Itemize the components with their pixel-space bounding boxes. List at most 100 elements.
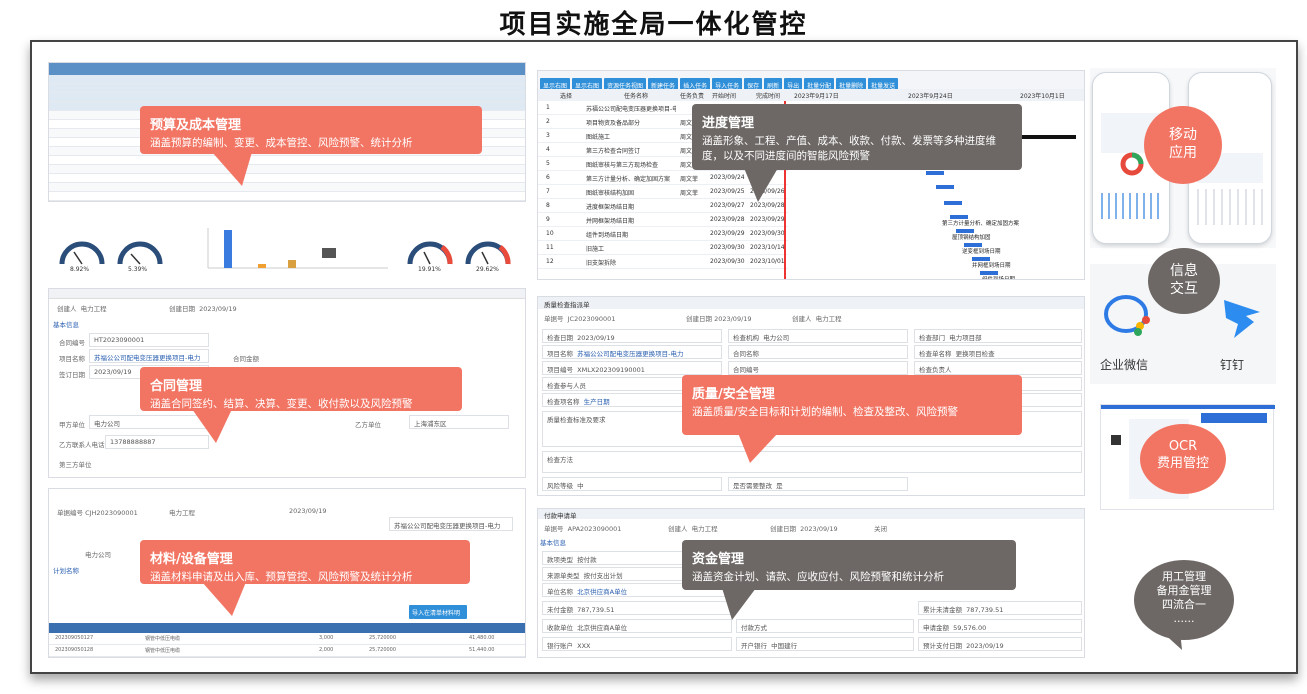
- material-import-button[interactable]: 导入在清单材料明细: [409, 605, 467, 626]
- quality-contract-no-field[interactable]: 合同编号: [728, 361, 908, 375]
- contract-sign-label: 签订日期: [59, 371, 85, 379]
- material-desc: 涵盖材料申请及出入库、预算管控、风险预警及统计分析: [150, 571, 413, 583]
- quality-check-name-field: 检查单名称 更换项目检查: [914, 345, 1082, 359]
- quality-tab[interactable]: 质量检查指派单: [538, 297, 1084, 309]
- material-table-row[interactable]: 202309050128 钢管中低压电缆 2,000 25,720000 51,440.…: [49, 645, 525, 657]
- gantt-cell-name: 图纸审核与第三方现场检查: [586, 162, 659, 169]
- fund-close-checkbox[interactable]: 关闭: [874, 523, 887, 533]
- gantt-cell-owner: 周文菲: [680, 190, 699, 197]
- gauge-4-value: 29.62%: [476, 266, 499, 273]
- material-creator: 电力工程: [169, 509, 195, 517]
- fund-creator: 电力工程: [691, 525, 718, 533]
- gantt-cell-name: 图纸审核结构加固: [586, 190, 635, 197]
- quality-title: 质量/安全管理: [692, 387, 775, 402]
- fund-callout: 资金管理 涵盖资金计划、请款、应收应付、风险预警和统计分析: [682, 540, 1016, 590]
- dingtalk-icon: [1224, 300, 1260, 338]
- material-unit: 电力公司: [85, 551, 111, 559]
- gantt-cell-name: 第三方检查合同签订: [586, 148, 641, 155]
- gantt-row[interactable]: 12 旧支架拆除 2023/09/30 2023/10/01: [538, 255, 788, 269]
- material-plan-label: 计划名称: [53, 567, 79, 575]
- gantt-bar-label: 并网框到场日期: [972, 263, 1011, 269]
- contract-callout: 合同管理 涵盖合同签约、结算、决算、变更、收付款以及风险预警: [140, 367, 462, 411]
- mobile-label: 移动 应用: [1169, 127, 1197, 161]
- gauge-2: [117, 241, 163, 265]
- gantt-bar[interactable]: [936, 185, 954, 189]
- material-title: 材料/设备管理: [150, 552, 233, 567]
- quality-method-field[interactable]: 检查方法: [542, 451, 1082, 473]
- col-task: 任务名称: [624, 93, 649, 100]
- col-end: 完成时间: [756, 93, 781, 100]
- page-title: 项目实施全局一体化管控: [499, 10, 808, 40]
- gantt-cell-owner: 周文菲: [680, 176, 699, 183]
- gantt-cell-end: 2023/10/14: [750, 244, 785, 251]
- budget-table-row: [49, 192, 525, 201]
- material-cell-total: 51,440.00: [469, 647, 495, 653]
- material-callout-tail: [202, 582, 246, 616]
- contract-no-field[interactable]: HT2023090001: [89, 333, 209, 347]
- material-table-header: [49, 623, 525, 633]
- material-code-label: 单据编号: [57, 509, 83, 517]
- material-cell-no: 202309050128: [55, 647, 94, 653]
- material-project-field[interactable]: 苏福公公司配电变压器更换项目-电力: [389, 517, 513, 531]
- quality-callout-tail: [738, 433, 778, 463]
- fund-tab[interactable]: 付款申请单: [538, 509, 1084, 520]
- gauge-4: [465, 241, 511, 265]
- budget-table-row: [49, 165, 525, 174]
- col-select: 选择: [560, 93, 573, 100]
- gantt-row[interactable]: 9 并网框架场结日期 2023/09/28 2023/09/29: [538, 213, 788, 227]
- gantt-cell-n: 7: [546, 188, 550, 195]
- gauge-3-value: 19.91%: [418, 266, 441, 273]
- timeline-1: 2023年9月17日: [794, 93, 839, 100]
- fund-desc: 涵盖资金计划、请款、应收应付、风险预警和统计分析: [692, 571, 944, 583]
- fund-pay-date-field: 预计支付日期 2023/09/19: [918, 637, 1082, 651]
- gantt-toolbar: 显示右图 显示右图 资源任务视图 新建任务 插入任务 导入任务 保存 刷新 导出 批量分配 批量删除…: [538, 71, 1084, 92]
- gantt-cell-name: 图纸施工: [586, 134, 611, 141]
- fund-section: 基本信息: [540, 539, 566, 547]
- gantt-row[interactable]: 10 组件到场结日期 2023/09/29 2023/09/30: [538, 227, 788, 241]
- quality-project-field: 项目名称 苏福公公司配电变压器更换项目-电力: [542, 345, 722, 359]
- gantt-bar[interactable]: [944, 201, 962, 205]
- gantt-cell-start: 2023/09/25: [710, 188, 745, 195]
- gantt-bar-label: 逆变框到场日期: [962, 249, 1001, 255]
- gantt-bar-label: 第三方计量分析、确定加固方案: [942, 221, 1020, 227]
- budget-table-row: [49, 183, 525, 192]
- contract-party-b-label: 乙方单位: [355, 421, 381, 429]
- budget-table-row: [49, 156, 525, 165]
- budget-gauges: 8.92% 5.39% 19.91% 29.62%: [48, 224, 526, 286]
- gantt-bar-label: 屋顶钢结构加固: [952, 235, 991, 241]
- contract-party-field[interactable]: 电力公司: [89, 415, 209, 429]
- quality-owner-field[interactable]: 检查负责人: [914, 361, 1082, 375]
- material-table-row[interactable]: 202309050127 钢管中低压电缆 3,000 25,720000 41,480.…: [49, 633, 525, 645]
- quality-creator: 电力工程: [815, 315, 842, 323]
- col-start: 开始时间: [712, 93, 737, 100]
- gantt-cell-n: 3: [546, 132, 550, 139]
- gantt-cell-owner: 周文: [680, 134, 693, 141]
- gantt-cell-n: 11: [546, 244, 554, 251]
- main-frame: 8.92% 5.39% 19.91% 29.62% 预算及成本管理 涵盖预算的编…: [30, 40, 1298, 674]
- quality-date: 2023/09/19: [714, 315, 752, 323]
- expense-label: 用工管理 备用金管理 四流合一 ......: [1156, 570, 1212, 625]
- gauge-1-value: 8.92%: [70, 266, 90, 273]
- quality-creator-label: 创建人: [792, 315, 812, 323]
- gauge-charts: [59, 228, 511, 269]
- gantt-cell-name: 第三方计量分析、确定加固方案: [586, 176, 671, 183]
- gantt-row[interactable]: 11 旧施工 2023/09/30 2023/10/14: [538, 241, 788, 255]
- contract-create-date: 2023/09/19: [199, 305, 237, 313]
- fund-bank-field: 开户银行 中国建行: [736, 637, 914, 651]
- gantt-cell-n: 12: [546, 258, 554, 265]
- contract-no-label: 合同编号: [59, 339, 85, 347]
- gantt-cell-end: 2023/09/29: [750, 216, 785, 223]
- contract-party-label: 甲方单位: [59, 421, 85, 429]
- quality-contract-field[interactable]: 合同名称: [728, 345, 908, 359]
- gantt-cell-end: 2023/09/30: [750, 230, 785, 237]
- contract-city-field[interactable]: 上海浦东区: [409, 415, 509, 429]
- quality-callout: 质量/安全管理 涵盖质量/安全目标和计划的编制、检查及整改、风险预警: [682, 375, 1022, 435]
- gantt-bar[interactable]: [926, 171, 944, 175]
- gantt-cell-name: 项目物资及备品部分: [586, 120, 641, 127]
- fund-paid-field: 累计未清金额 787,739.51: [918, 601, 1082, 615]
- gantt-cell-start: 2023/09/27: [710, 202, 745, 209]
- contract-project-field[interactable]: 苏福公公司配电变压器更换项目-电力: [89, 349, 209, 363]
- fund-bank-user-field: 银行账户 XXX: [542, 637, 732, 651]
- dingtalk-label: 钉钉: [1220, 358, 1245, 372]
- gantt-screenshot: 显示右图 显示右图 资源任务视图 新建任务 插入任务 导入任务 保存 刷新 导出 批量分配 批量删除…: [537, 70, 1085, 280]
